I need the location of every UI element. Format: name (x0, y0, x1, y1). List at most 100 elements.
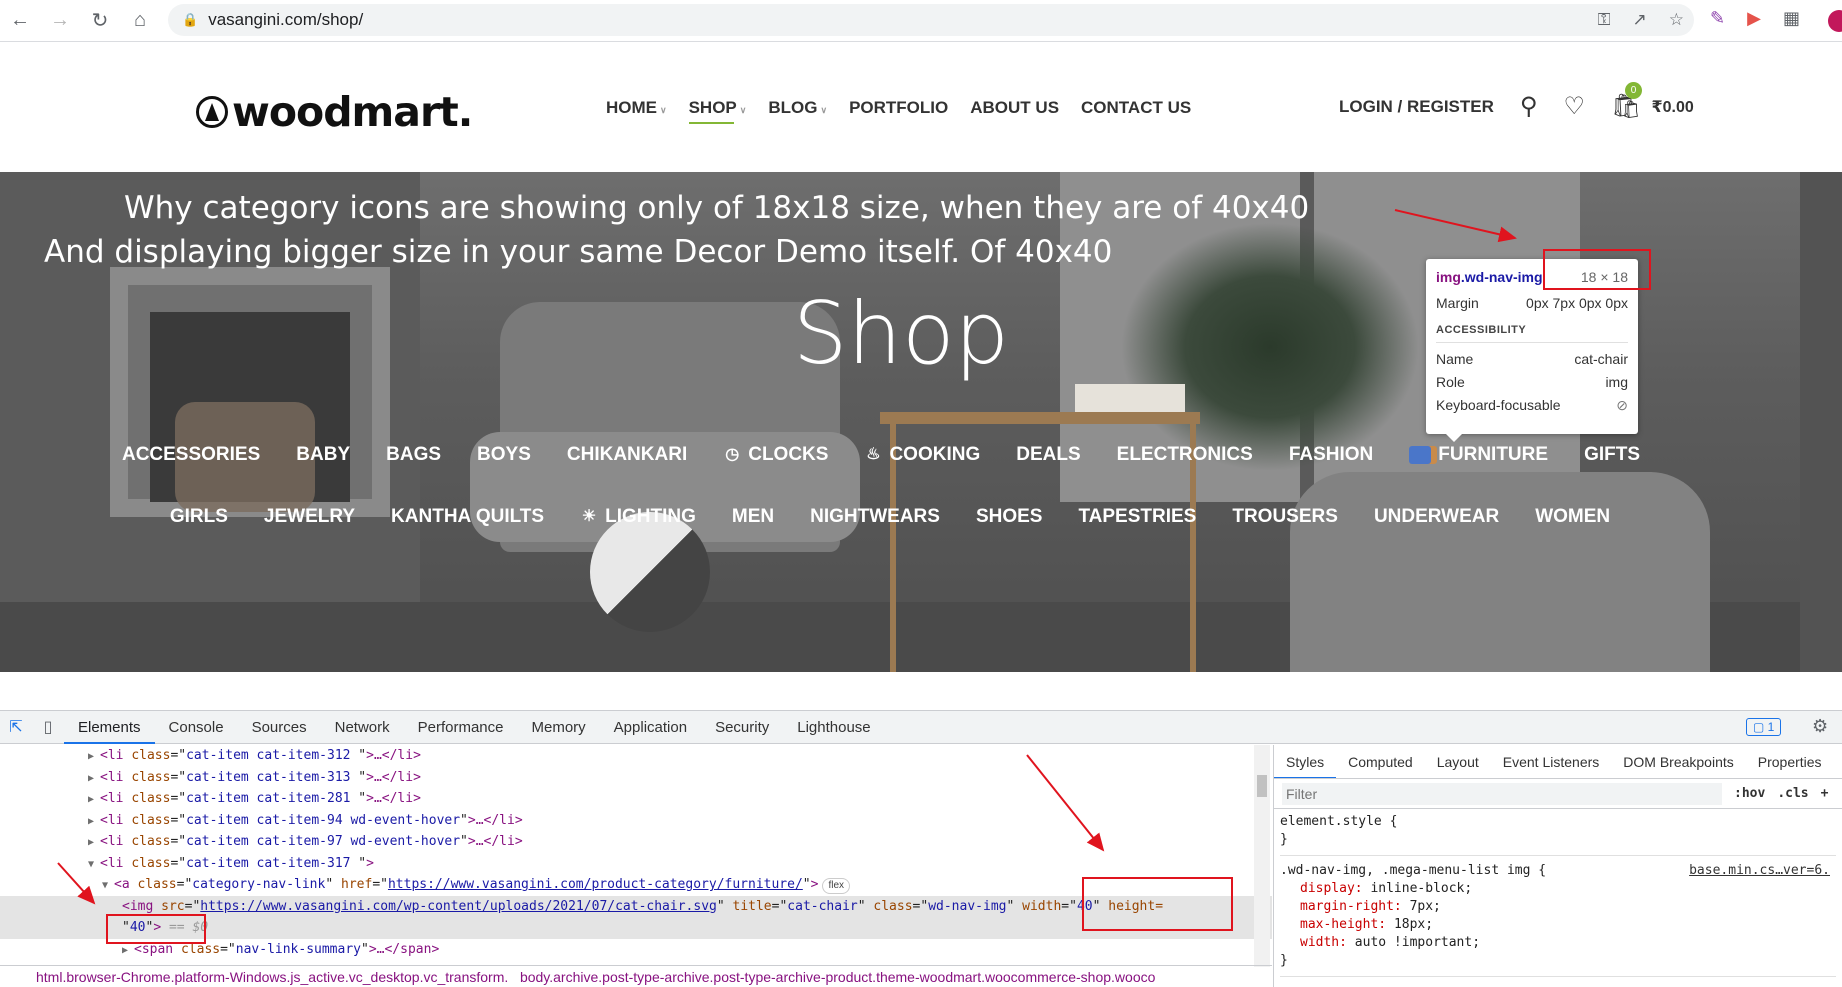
scroll-thumb[interactable] (1257, 775, 1267, 797)
css-declaration[interactable]: width: auto !important; (1280, 934, 1836, 952)
css-declaration[interactable]: display: inline-block; (1280, 880, 1836, 898)
home-icon[interactable]: ⌂ (120, 1, 160, 41)
dom-node-li[interactable]: ▶ <li class="cat-item cat-item-97 wd-even… (0, 831, 1272, 853)
address-bar[interactable]: 🔒 vasangini.com/shop/ ⚿ ↗ ☆ (168, 4, 1694, 36)
dom-node-li[interactable]: ▶ <li class="cat-item cat-item-312 ">…</l… (0, 745, 1272, 767)
devtools-tab-elements[interactable]: Elements (64, 711, 155, 744)
nav-item-portfolio[interactable]: PORTFOLIO (849, 98, 948, 118)
breadcrumb-html[interactable]: html.browser-Chrome.platform-Windows.js_… (36, 969, 508, 985)
url-text[interactable]: vasangini.com/shop/ (208, 10, 363, 30)
search-icon[interactable]: ⚲ (1520, 92, 1538, 121)
issues-badge[interactable]: ▢ 1 (1746, 718, 1782, 736)
dom-node-li[interactable]: ▶ <li class="cat-item cat-item-94 wd-even… (0, 810, 1272, 832)
category-link-girls[interactable]: GIRLS (170, 506, 228, 528)
devtools-tab-memory[interactable]: Memory (518, 711, 600, 744)
category-link-chikankari[interactable]: CHIKANKARI (567, 444, 687, 466)
attr-value: cat-item cat-item-94 wd-event-hover (186, 812, 461, 828)
login-register-link[interactable]: LOGIN / REGISTER (1339, 97, 1494, 117)
nav-item-about-us[interactable]: ABOUT US (970, 98, 1059, 118)
pen-extension-icon[interactable]: ✎ (1710, 8, 1725, 29)
element-style-selector[interactable]: element.style { (1280, 813, 1836, 831)
breadcrumb-body[interactable]: body.archive.post-type-archive.post-type… (520, 969, 1155, 985)
category-link-shoes[interactable]: SHOES (976, 506, 1043, 528)
styles-tab-layout[interactable]: Layout (1425, 745, 1491, 778)
category-link-trousers[interactable]: TROUSERS (1232, 506, 1338, 528)
devtools-tab-console[interactable]: Console (155, 711, 238, 744)
category-link-fashion[interactable]: FASHION (1289, 444, 1373, 466)
tag-open: <li (100, 834, 132, 849)
category-link-furniture[interactable]: FURNITURE (1409, 444, 1548, 466)
profile-avatar[interactable] (1828, 10, 1842, 32)
css-property-name: margin-right (1300, 899, 1394, 914)
devtools-tab-security[interactable]: Security (701, 711, 783, 744)
device-toolbar-icon[interactable]: ▯ (32, 717, 64, 737)
tag-close: >…</li> (366, 769, 421, 785)
styles-tab-styles[interactable]: Styles (1274, 745, 1337, 778)
devtools-tab-network[interactable]: Network (321, 711, 404, 744)
css-declaration[interactable]: max-height: 18px; (1280, 916, 1836, 934)
devtools-tab-sources[interactable]: Sources (238, 711, 321, 744)
category-link-bags[interactable]: BAGS (386, 444, 441, 466)
hov-toggle[interactable]: :hov (1734, 786, 1765, 801)
nav-item-contact-us[interactable]: CONTACT US (1081, 98, 1191, 118)
cart-icon[interactable]: 🛍 0 (1611, 82, 1642, 121)
category-label: NIGHTWEARS (810, 506, 940, 527)
category-link-tapestries[interactable]: TAPESTRIES (1078, 506, 1196, 528)
elements-scrollbar[interactable] (1254, 745, 1270, 967)
category-label: DEALS (1016, 444, 1081, 465)
styles-tab-event-listeners[interactable]: Event Listeners (1491, 745, 1612, 778)
expand-triangle-icon: ▶ (88, 837, 95, 848)
forward-icon[interactable]: → (40, 1, 80, 41)
back-icon[interactable]: ← (0, 1, 40, 41)
new-rule-button[interactable]: + (1821, 786, 1829, 801)
styles-filter-input[interactable] (1282, 782, 1722, 805)
attr-name: src (161, 898, 185, 914)
category-link-accessories[interactable]: ACCESSORIES (122, 444, 260, 466)
styles-tab-computed[interactable]: Computed (1336, 745, 1425, 778)
category-link-cooking[interactable]: ♨ COOKING (864, 444, 980, 466)
devtools-tab-performance[interactable]: Performance (404, 711, 518, 744)
nav-item-home[interactable]: HOME ∨ (606, 98, 667, 118)
category-link-nightwears[interactable]: NIGHTWEARS (810, 506, 940, 528)
dom-node-li[interactable]: ▶ <li class="cat-item cat-item-313 ">…</l… (0, 767, 1272, 789)
logo[interactable]: woodmart. (196, 88, 473, 136)
css-declaration[interactable]: margin-right: 7px; (1280, 898, 1836, 916)
category-link-men[interactable]: MEN (732, 506, 774, 528)
reload-icon[interactable]: ↻ (80, 1, 120, 41)
category-link-electronics[interactable]: ELECTRONICS (1117, 444, 1253, 466)
category-link-clocks[interactable]: ◷ CLOCKS (723, 444, 828, 466)
dom-node-li[interactable]: ▶ <li class="cat-item cat-item-281 ">…</l… (0, 788, 1272, 810)
lock-icon[interactable]: 🔒 (182, 12, 198, 28)
category-link-gifts[interactable]: GIFTS (1584, 444, 1640, 466)
category-link-lighting[interactable]: ☀ LIGHTING (580, 506, 696, 528)
dom-node-li-open[interactable]: ▼ <li class="cat-item cat-item-317 "> (0, 853, 1272, 875)
cls-toggle[interactable]: .cls (1777, 786, 1808, 801)
category-link-underwear[interactable]: UNDERWEAR (1374, 506, 1499, 528)
cart-total[interactable]: ₹0.00 (1651, 97, 1693, 117)
category-link-jewelry[interactable]: JEWELRY (264, 506, 355, 528)
nav-item-blog[interactable]: BLOG ∨ (768, 98, 827, 118)
category-link-boys[interactable]: BOYS (477, 444, 531, 466)
inspect-element-icon[interactable]: ⇱ (0, 717, 32, 737)
category-link-women[interactable]: WOMEN (1535, 506, 1610, 528)
styles-tab-dom-breakpoints[interactable]: DOM Breakpoints (1611, 745, 1745, 778)
category-link-deals[interactable]: DEALS (1016, 444, 1080, 466)
attr-value: cat-chair (787, 898, 858, 914)
collapse-triangle-icon: ▼ (102, 880, 109, 891)
category-label: BAGS (386, 444, 442, 465)
category-link-kantha-quilts[interactable]: KANTHA QUILTS (391, 506, 544, 528)
devtools-tab-lighthouse[interactable]: Lighthouse (783, 711, 884, 744)
devtools-tab-application[interactable]: Application (600, 711, 701, 744)
styles-tab-properties[interactable]: Properties (1746, 745, 1834, 778)
wishlist-heart-icon[interactable]: ♡ (1563, 92, 1585, 121)
rule-source-link[interactable]: base.min.cs…ver=6. (1689, 862, 1830, 880)
not-focusable-icon: ⊘ (1616, 397, 1628, 413)
key-icon[interactable]: ⚿ (1598, 10, 1611, 30)
settings-gear-icon[interactable]: ⚙ (1812, 716, 1828, 737)
share-icon[interactable]: ↗ (1633, 10, 1647, 30)
puzzle-icon[interactable]: ▦ (1783, 8, 1800, 29)
nav-item-shop[interactable]: SHOP ∨ (688, 98, 746, 124)
record-extension-icon[interactable]: ▶ (1747, 8, 1761, 29)
category-link-baby[interactable]: BABY (296, 444, 350, 466)
star-icon[interactable]: ☆ (1669, 10, 1684, 30)
